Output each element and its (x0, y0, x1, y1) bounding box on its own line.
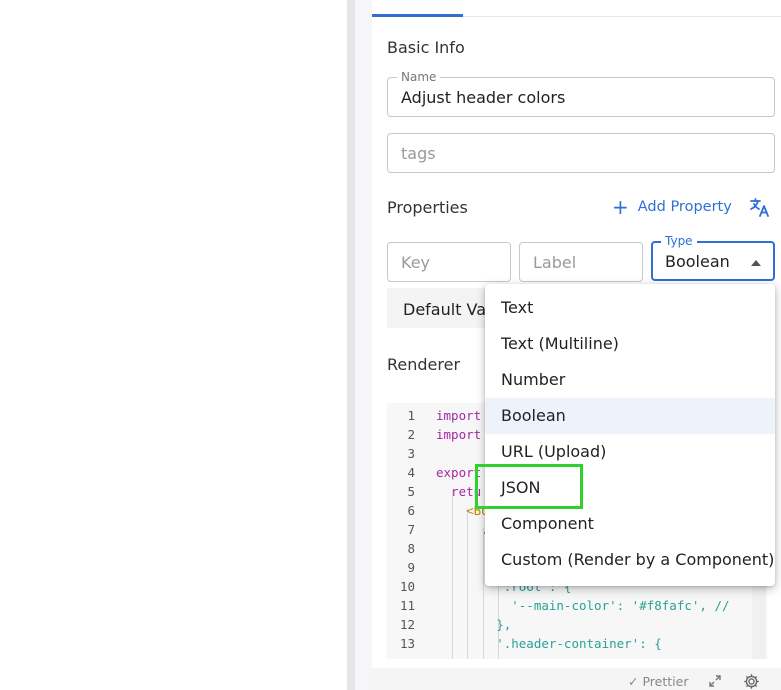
line-number: 13 (399, 636, 415, 651)
panel-resize-handle[interactable] (347, 0, 355, 690)
label-input[interactable]: Label (519, 242, 643, 282)
basic-info-title: Basic Info (387, 38, 465, 57)
type-dropdown-menu: Text Text (Multiline) Number Boolean URL… (485, 284, 775, 586)
line-number: 9 (407, 560, 415, 575)
prettier-button[interactable]: ✓ Prettier (628, 674, 688, 689)
label-placeholder: Label (533, 253, 577, 272)
tags-placeholder: tags (401, 144, 436, 163)
name-field[interactable]: Name Adjust header colors (387, 70, 775, 117)
name-field-value: Adjust header colors (401, 88, 566, 107)
caret-up-icon (751, 260, 761, 266)
code-text: import (436, 427, 482, 442)
type-field-label: Type (661, 234, 697, 248)
type-option-text-multiline[interactable]: Text (Multiline) (485, 326, 775, 362)
properties-title: Properties (387, 198, 468, 217)
type-select[interactable]: Type Boolean (651, 234, 775, 281)
code-text: import (436, 408, 482, 423)
add-property-button[interactable]: + Add Property (612, 195, 732, 219)
type-option-custom[interactable]: Custom (Render by a Component) (485, 542, 775, 578)
type-option-text[interactable]: Text (485, 290, 775, 326)
json-option-highlight-box (475, 464, 583, 509)
line-number: 1 (407, 408, 415, 423)
line-number: 12 (399, 617, 415, 632)
prettier-label: Prettier (642, 674, 689, 689)
empty-canvas-area (0, 0, 347, 690)
gear-icon[interactable] (743, 673, 760, 690)
code-text: }, (436, 617, 512, 632)
line-number: 6 (407, 503, 415, 518)
type-option-component[interactable]: Component (485, 506, 775, 542)
plus-icon: + (612, 195, 629, 219)
key-placeholder: Key (401, 253, 431, 272)
line-number: 10 (399, 579, 415, 594)
key-input[interactable]: Key (387, 242, 511, 282)
code-text: . (436, 522, 489, 537)
expand-icon[interactable] (708, 674, 722, 688)
type-select-value: Boolean (665, 252, 730, 271)
active-tab-indicator (372, 14, 463, 17)
line-number: 5 (407, 484, 415, 499)
code-text: '.header-container': { (436, 636, 662, 651)
default-value-label: Default Val (403, 300, 491, 319)
translate-icon[interactable] (749, 196, 771, 218)
line-number: 2 (407, 427, 415, 442)
renderer-title: Renderer (387, 355, 461, 374)
line-number: 8 (407, 541, 415, 556)
name-field-label: Name (397, 70, 441, 84)
check-icon: ✓ (628, 674, 639, 689)
line-number: 7 (407, 522, 415, 537)
type-option-number[interactable]: Number (485, 362, 775, 398)
add-property-label: Add Property (637, 199, 732, 215)
type-option-boolean[interactable]: Boolean (485, 398, 775, 434)
line-number: 3 (407, 446, 415, 461)
line-number: 4 (407, 465, 415, 480)
tags-field[interactable]: tags (387, 133, 775, 173)
code-text: '--main-color': '#f8fafc', // (436, 598, 730, 613)
line-number: 11 (399, 598, 415, 613)
